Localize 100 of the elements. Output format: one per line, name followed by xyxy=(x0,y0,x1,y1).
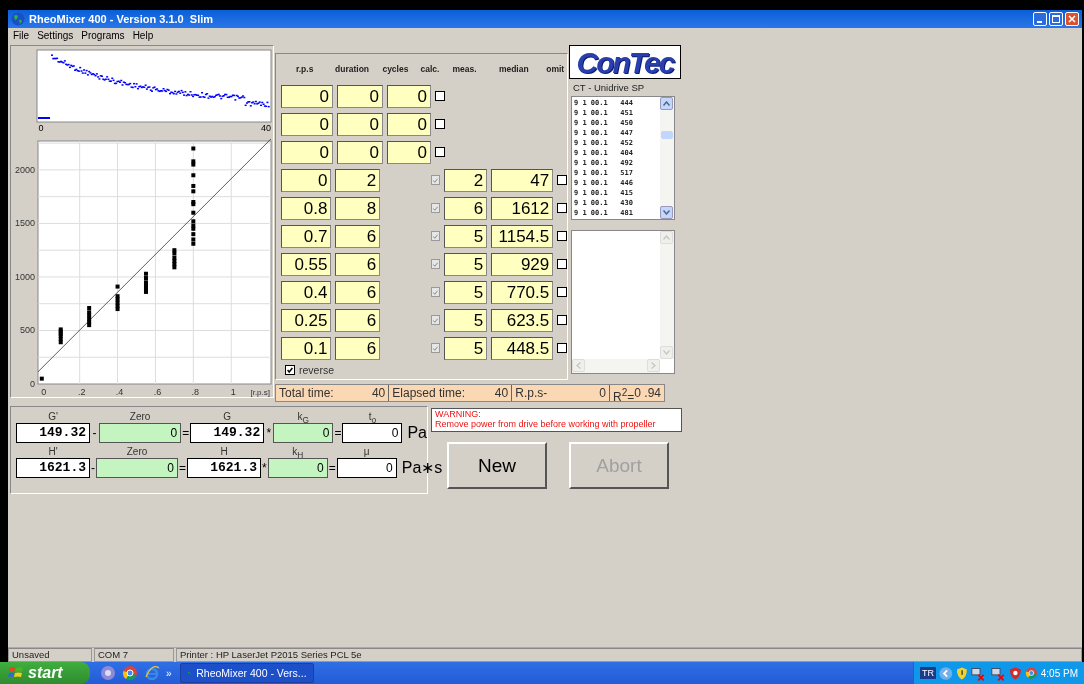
field-label: k$_{G}$ xyxy=(297,410,310,423)
close-icon xyxy=(1068,15,1076,23)
rps-field[interactable]: 0 xyxy=(281,168,332,192)
operator: = xyxy=(328,460,336,477)
median-field[interactable]: 1612 xyxy=(491,196,554,220)
input-field[interactable]: 0 xyxy=(96,458,178,478)
media-icon[interactable] xyxy=(100,665,116,681)
menu-item[interactable]: Help xyxy=(129,29,157,41)
rps-field[interactable]: 0.8 xyxy=(281,196,332,220)
meas-field[interactable]: 2 xyxy=(444,168,488,192)
duration-field[interactable]: 6 xyxy=(335,224,381,248)
language-indicator[interactable]: TR xyxy=(920,667,936,679)
duration-field[interactable]: 8 xyxy=(335,196,381,220)
duration-field[interactable]: 0 xyxy=(337,84,383,108)
close-button[interactable] xyxy=(1065,12,1079,26)
browser-icon[interactable] xyxy=(1025,666,1038,680)
value-field: 0 xyxy=(342,423,403,443)
windows-flag-icon xyxy=(8,666,24,680)
network-error-icon[interactable] xyxy=(970,665,987,681)
calc-checkbox[interactable] xyxy=(435,119,445,129)
omit-checkbox[interactable] xyxy=(557,287,567,297)
meas-field[interactable]: 5 xyxy=(444,252,488,276)
omit-checkbox[interactable] xyxy=(557,231,567,241)
omit-checkbox[interactable] xyxy=(557,203,567,213)
calc-checkbox[interactable] xyxy=(430,203,441,213)
meas-field[interactable]: 5 xyxy=(444,224,488,248)
tick-label: 1 xyxy=(230,387,236,397)
duration-field[interactable]: 6 xyxy=(335,336,381,360)
rps-field[interactable]: 0.1 xyxy=(281,336,332,360)
input-field[interactable]: 0 xyxy=(99,423,182,443)
calc-checkbox[interactable] xyxy=(430,231,441,241)
calc-checkbox[interactable] xyxy=(430,175,441,185)
duration-field[interactable]: 6 xyxy=(335,308,381,332)
input-field[interactable]: 0 xyxy=(267,458,328,478)
action-button[interactable]: New xyxy=(447,442,547,489)
cycles-field[interactable]: 0 xyxy=(387,112,431,136)
tick-label: .2 xyxy=(77,387,86,397)
calc-checkbox[interactable] xyxy=(430,343,441,353)
duration-field[interactable]: 2 xyxy=(335,168,381,192)
median-field[interactable]: 929 xyxy=(491,252,554,276)
taskbar-button[interactable]: RheoMixer 400 - Vers... xyxy=(179,663,314,683)
rps-field[interactable]: 0.55 xyxy=(281,252,332,276)
omit-checkbox[interactable] xyxy=(557,343,567,353)
meas-field[interactable]: 5 xyxy=(444,308,488,332)
median-field[interactable]: 1154.5 xyxy=(491,224,554,248)
omit-checkbox[interactable] xyxy=(557,315,567,325)
overflow-chevron[interactable]: » xyxy=(166,667,172,679)
median-field[interactable]: 448.5 xyxy=(491,336,554,360)
meas-field[interactable]: 6 xyxy=(444,196,488,220)
field-label: t$_{o}$ xyxy=(368,410,377,423)
rps-field[interactable]: 0 xyxy=(281,112,333,136)
calc-checkbox[interactable] xyxy=(435,91,445,101)
shield-icon[interactable] xyxy=(955,665,968,681)
rps-field[interactable]: 0 xyxy=(281,140,333,164)
omit-checkbox[interactable] xyxy=(557,175,567,185)
calc-checkbox[interactable] xyxy=(430,315,441,325)
reverse-checkbox[interactable] xyxy=(285,365,295,375)
calc-checkbox[interactable] xyxy=(435,147,445,157)
rps-field[interactable]: 0.25 xyxy=(281,308,332,332)
duration-field[interactable]: 0 xyxy=(337,140,383,164)
duration-field[interactable]: 6 xyxy=(335,280,381,304)
readout-value: 0 xyxy=(599,385,607,401)
scroll-up-button[interactable] xyxy=(660,97,673,110)
meas-field[interactable]: 5 xyxy=(444,336,488,360)
calc-checkbox[interactable] xyxy=(430,287,441,297)
caret-up-icon xyxy=(663,235,670,240)
cycles-field[interactable]: 0 xyxy=(387,84,431,108)
rps-field[interactable]: 0.4 xyxy=(281,280,332,304)
median-field[interactable]: 770.5 xyxy=(491,280,554,304)
network-error-icon[interactable] xyxy=(989,665,1007,681)
median-field[interactable]: 623.5 xyxy=(491,308,554,332)
browser-e-icon[interactable] xyxy=(144,665,160,681)
minimize-button[interactable] xyxy=(1033,12,1047,26)
cycles-field[interactable]: 0 xyxy=(387,140,431,164)
tick-label: .4 xyxy=(115,387,124,397)
rps-field[interactable]: 0 xyxy=(281,84,333,108)
browser-icon[interactable] xyxy=(122,665,138,681)
rps-field[interactable]: 0.7 xyxy=(281,224,332,248)
tick-label: 1500 xyxy=(14,218,35,229)
tick-label: 1000 xyxy=(14,272,35,283)
window-title: RheoMixer 400 - Version 3.1.0 Slim xyxy=(29,13,215,25)
menu-item[interactable]: Programs xyxy=(78,29,128,41)
omit-checkbox[interactable] xyxy=(557,259,567,269)
menu-item[interactable]: Settings xyxy=(34,29,77,41)
duration-field[interactable]: 0 xyxy=(337,112,383,136)
scroll-down-button[interactable] xyxy=(660,206,673,219)
tick-label: 2000 xyxy=(14,165,35,176)
duration-field[interactable]: 6 xyxy=(335,252,381,276)
scrollbar[interactable] xyxy=(660,97,674,219)
input-field[interactable]: 0 xyxy=(273,423,334,443)
shield-icon[interactable] xyxy=(1009,665,1022,681)
value-field: 1621.3 xyxy=(187,458,261,478)
column-header: calc. xyxy=(419,64,441,74)
scroll-thumb[interactable] xyxy=(661,131,673,139)
maximize-button[interactable] xyxy=(1049,12,1063,26)
menu-item[interactable]: File xyxy=(10,29,33,41)
meas-field[interactable]: 5 xyxy=(444,280,488,304)
calc-checkbox[interactable] xyxy=(430,259,441,269)
start-button[interactable]: start xyxy=(0,662,90,684)
median-field[interactable]: 47 xyxy=(491,168,554,192)
